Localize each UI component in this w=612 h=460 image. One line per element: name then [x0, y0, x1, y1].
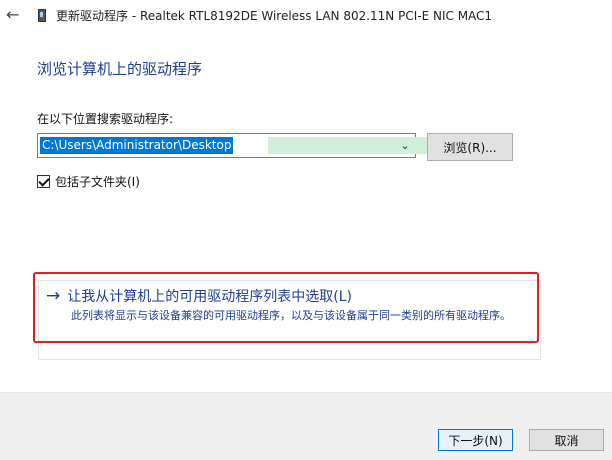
- search-location-label: 在以下位置搜索驱动程序:: [37, 112, 174, 126]
- include-subfolders-option[interactable]: 包括子文件夹(I): [37, 173, 140, 189]
- page-heading: 浏览计算机上的驱动程序: [37, 60, 203, 78]
- pick-from-list-link[interactable]: → 让我从计算机上的可用驱动程序列表中选取(L): [46, 286, 352, 306]
- back-arrow-icon[interactable]: ←: [6, 5, 19, 25]
- arrow-right-icon: →: [46, 286, 61, 306]
- pick-from-list-description: 此列表将显示与该设备兼容的可用驱动程序，以及与该设备属于同一类别的所有驱动程序。: [71, 309, 511, 322]
- path-combobox[interactable]: C:\Users\Administrator\Desktop ⌄: [37, 133, 434, 158]
- include-subfolders-checkbox[interactable]: [37, 174, 50, 188]
- window-title: 更新驱动程序 - Realtek RTL8192DE Wireless LAN …: [56, 9, 493, 23]
- browse-button[interactable]: 浏览(R)...: [427, 133, 513, 161]
- include-subfolders-label: 包括子文件夹(I): [55, 174, 140, 189]
- pick-from-list-label[interactable]: 让我从计算机上的可用驱动程序列表中选取(L): [67, 286, 352, 306]
- path-input-value[interactable]: C:\Users\Administrator\Desktop: [40, 137, 234, 154]
- dialog-footer: [0, 392, 612, 460]
- next-button[interactable]: 下一步(N): [438, 429, 513, 451]
- network-adapter-icon: [38, 9, 46, 22]
- title-bar: ← 更新驱动程序 - Realtek RTL8192DE Wireless LA…: [0, 0, 612, 32]
- chevron-down-icon[interactable]: ⌄: [398, 136, 412, 156]
- cancel-button[interactable]: 取消: [529, 429, 604, 451]
